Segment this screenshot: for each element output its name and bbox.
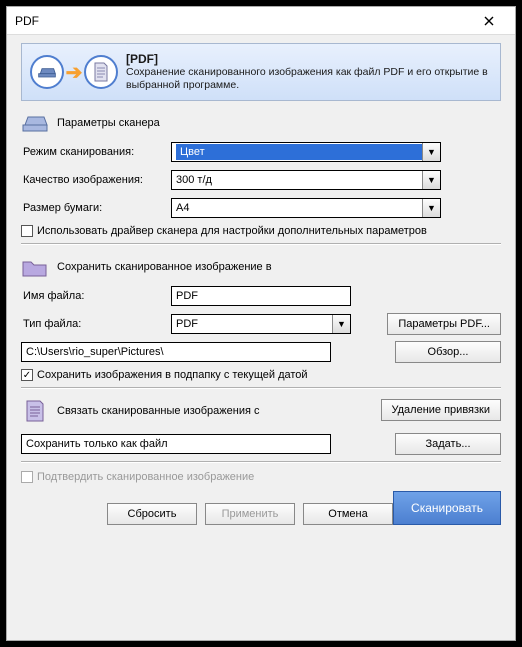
filename-input[interactable]: PDF [171, 286, 351, 306]
chevron-down-icon: ▼ [422, 171, 440, 189]
link-section-title: Связать сканированные изображения с [57, 405, 260, 417]
scanner-section-icon [21, 111, 49, 135]
save-section-title: Сохранить сканированное изображение в [57, 261, 272, 273]
chevron-down-icon: ▼ [332, 315, 350, 333]
path-value: C:\Users\rio_super\Pictures\ [26, 346, 164, 358]
scanner-section: Параметры сканера Режим сканирования: Цв… [21, 111, 501, 237]
paper-value: A4 [176, 202, 436, 214]
path-input[interactable]: C:\Users\rio_super\Pictures\ [21, 342, 331, 362]
quality-label: Качество изображения: [21, 174, 171, 186]
folder-icon [21, 255, 49, 279]
reset-button[interactable]: Сбросить [107, 503, 197, 525]
banner-title: [PDF] [126, 52, 494, 66]
scanner-section-title: Параметры сканера [57, 117, 160, 129]
paper-label: Размер бумаги: [21, 202, 171, 214]
use-driver-label: Использовать драйвер сканера для настрой… [37, 225, 427, 237]
title-bar: PDF [7, 7, 515, 35]
chevron-down-icon: ▼ [422, 199, 440, 217]
linked-app-value: Сохранить только как файл [26, 438, 168, 450]
set-link-button[interactable]: Задать... [395, 433, 501, 455]
arrow-icon: ➔ [66, 60, 83, 85]
filetype-dropdown[interactable]: PDF ▼ [171, 314, 351, 334]
link-section-icon [21, 399, 49, 423]
close-button[interactable] [469, 8, 509, 34]
scan-mode-label: Режим сканирования: [21, 146, 171, 158]
separator [21, 461, 501, 463]
scan-mode-dropdown[interactable]: Цвет ▼ [171, 142, 441, 162]
cancel-button[interactable]: Отмена [303, 503, 393, 525]
apply-button: Применить [205, 503, 295, 525]
filename-label: Имя файла: [21, 290, 171, 302]
separator [21, 387, 501, 389]
paper-dropdown[interactable]: A4 ▼ [171, 198, 441, 218]
subfolder-checkbox[interactable]: ✓ [21, 369, 33, 381]
pdf-params-button[interactable]: Параметры PDF... [387, 313, 501, 335]
confirm-label: Подтвердить сканированное изображение [37, 471, 254, 483]
browse-button[interactable]: Обзор... [395, 341, 501, 363]
linked-app-input[interactable]: Сохранить только как файл [21, 434, 331, 454]
quality-dropdown[interactable]: 300 т/д ▼ [171, 170, 441, 190]
subfolder-label: Сохранить изображения в подпапку с текущ… [37, 369, 308, 381]
filetype-label: Тип файла: [21, 318, 171, 330]
banner-icons: ➔ [28, 55, 120, 89]
dialog-window: PDF ➔ [PDF] Сохранение ск [6, 6, 516, 641]
remove-link-button[interactable]: Удаление привязки [381, 399, 502, 421]
content-area: ➔ [PDF] Сохранение сканированного изобра… [7, 35, 515, 640]
quality-value: 300 т/д [176, 174, 436, 186]
scanner-icon [30, 55, 64, 89]
close-icon [484, 16, 494, 26]
filename-value: PDF [176, 290, 198, 302]
separator [21, 243, 501, 245]
save-section: Сохранить сканированное изображение в Им… [21, 255, 501, 381]
scan-button[interactable]: Сканировать [393, 491, 501, 525]
filetype-value: PDF [176, 318, 346, 330]
scan-mode-value: Цвет [176, 144, 436, 160]
link-section: Связать сканированные изображения с Удал… [21, 399, 501, 455]
confirm-checkbox [21, 471, 33, 483]
chevron-down-icon: ▼ [422, 143, 440, 161]
banner-description: Сохранение сканированного изображения ка… [126, 66, 494, 91]
banner: ➔ [PDF] Сохранение сканированного изобра… [21, 43, 501, 101]
window-title: PDF [15, 14, 39, 28]
use-driver-checkbox[interactable] [21, 225, 33, 237]
document-icon [84, 55, 118, 89]
